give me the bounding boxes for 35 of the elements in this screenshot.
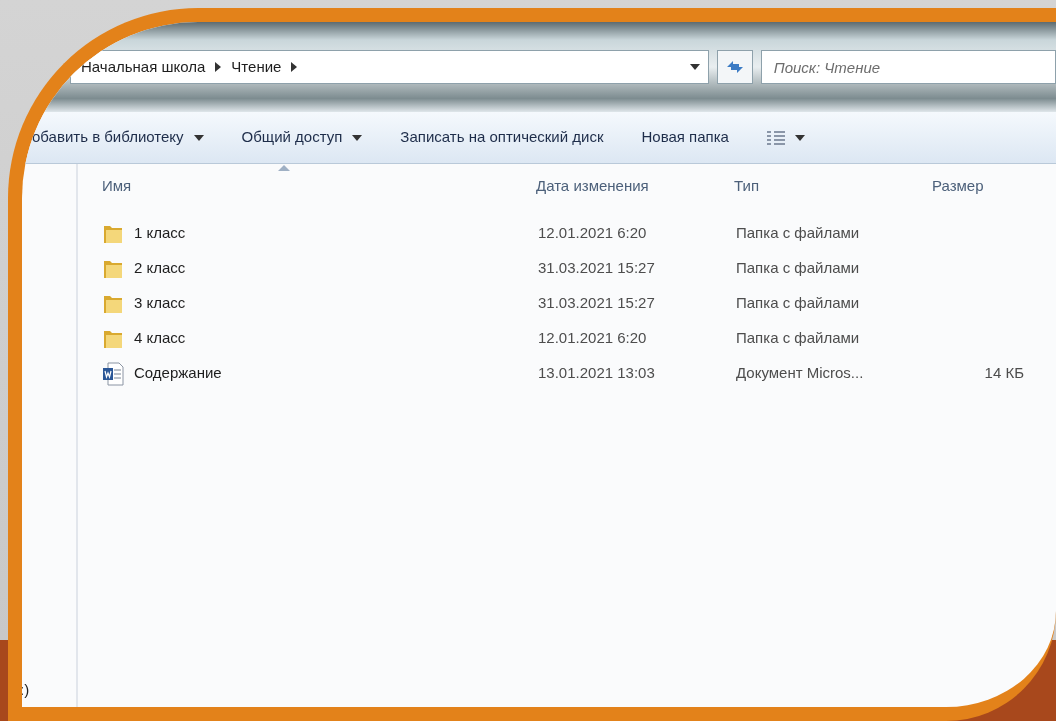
file-type: Папка с файлами <box>735 223 861 244</box>
dropdown-icon[interactable] <box>690 64 701 70</box>
search-field[interactable]: Поиск: Чтение <box>760 50 1056 84</box>
column-header[interactable]: Тип <box>728 164 926 208</box>
file-size: 14 КБ <box>983 363 1025 384</box>
nav-item[interactable]: :) <box>22 678 30 701</box>
refresh-button[interactable] <box>717 50 753 84</box>
file-name[interactable]: 4 класс <box>134 327 186 350</box>
list-view-icon <box>766 130 785 145</box>
file-type: Папка с файлами <box>735 328 861 349</box>
date-modified: 12.01.2021 6:20 <box>537 223 648 244</box>
file-type: Папка с файлами <box>735 258 861 279</box>
toolbar-button[interactable]: Новая папка <box>631 122 739 153</box>
file-name[interactable]: 1 класс <box>134 222 186 245</box>
file-type: Папка с файлами <box>735 293 861 314</box>
toolbar-button[interactable]: Общий доступ <box>231 122 373 153</box>
toolbar-button[interactable]: обавить в библиотеку <box>22 122 214 153</box>
file-name[interactable]: 2 класс <box>134 257 186 280</box>
file-name[interactable]: Содержание <box>134 362 222 385</box>
column-header[interactable]: Размер <box>926 164 1056 208</box>
address-bar[interactable]: Начальная школа Чтение <box>70 50 710 84</box>
breadcrumb[interactable]: Начальная школа <box>81 55 206 79</box>
column-header[interactable]: Дата изменения <box>530 164 728 208</box>
column-header[interactable]: Имя <box>78 164 530 208</box>
file-name[interactable]: 3 класс <box>134 292 186 315</box>
date-modified: 31.03.2021 15:27 <box>537 258 656 279</box>
chevron-icon[interactable] <box>291 62 298 72</box>
toolbar-button[interactable]: Записать на оптический диск <box>390 122 614 153</box>
date-modified: 12.01.2021 6:20 <box>537 328 648 349</box>
chevron-icon[interactable] <box>215 62 222 72</box>
file-type: Документ Micros... <box>735 363 865 384</box>
date-modified: 13.01.2021 13:03 <box>537 363 656 384</box>
breadcrumb[interactable]: Чтение <box>231 55 282 79</box>
document-icon <box>102 361 124 386</box>
date-modified: 31.03.2021 15:27 <box>537 293 656 314</box>
